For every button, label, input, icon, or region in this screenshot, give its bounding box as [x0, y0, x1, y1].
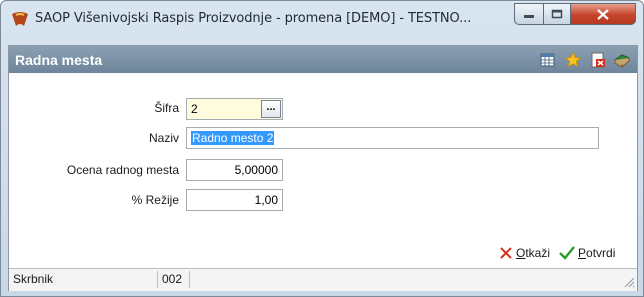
- delete-icon[interactable]: [589, 51, 607, 69]
- book-icon[interactable]: [613, 51, 631, 69]
- confirm-button[interactable]: Potvrdi: [559, 246, 615, 260]
- cancel-button[interactable]: Otkaži: [499, 246, 550, 260]
- confirm-label: otvrdi: [586, 246, 616, 260]
- status-divider: [189, 271, 190, 288]
- status-divider: [157, 271, 158, 288]
- cancel-x-icon: [500, 247, 512, 259]
- minimize-icon: [524, 15, 534, 18]
- ocena-label: Ocena radnog mesta: [66, 163, 179, 177]
- status-bar: Skrbnik 002: [9, 268, 637, 291]
- title-bar[interactable]: SAOP Višenivojski Raspis Proizvodnje - p…: [1, 1, 643, 35]
- sifra-value: 2: [191, 102, 198, 116]
- table-icon[interactable]: [539, 51, 557, 69]
- panel-header: Radna mesta: [9, 46, 637, 73]
- check-icon: [559, 246, 575, 260]
- rezije-label: % Režije: [131, 193, 179, 207]
- rezije-input[interactable]: 1,00: [186, 189, 283, 211]
- naziv-value: Radno mesto 2: [191, 131, 275, 145]
- naziv-label: Naziv: [148, 131, 179, 145]
- cancel-label: tkaži: [525, 246, 551, 260]
- dialog-panel: Radna mesta Šifra 2 ... Naziv Radno mest…: [8, 45, 638, 291]
- star-icon[interactable]: [564, 51, 582, 69]
- cancel-mnemonic: O: [516, 246, 526, 260]
- sifra-lookup-button[interactable]: ...: [261, 100, 281, 118]
- status-user-label: Skrbnik: [13, 272, 54, 286]
- close-button[interactable]: [570, 3, 636, 25]
- minimize-button[interactable]: [514, 3, 544, 25]
- app-logo-icon: [10, 10, 30, 28]
- ocena-input[interactable]: 5,00000: [186, 159, 283, 181]
- window-title: SAOP Višenivojski Raspis Proizvodnje - p…: [35, 11, 472, 26]
- naziv-input[interactable]: Radno mesto 2: [186, 127, 599, 149]
- ocena-value: 5,00000: [234, 163, 278, 177]
- panel-title: Radna mesta: [15, 52, 103, 68]
- application-window: SAOP Višenivojski Raspis Proizvodnje - p…: [0, 0, 644, 297]
- close-icon: [597, 8, 609, 20]
- maximize-icon: [551, 9, 563, 19]
- rezije-value: 1,00: [254, 193, 278, 207]
- resize-grip-icon[interactable]: [623, 276, 635, 291]
- maximize-button[interactable]: [543, 3, 571, 25]
- sifra-label: Šifra: [154, 101, 179, 115]
- status-user-code: 002: [162, 272, 183, 286]
- confirm-mnemonic: P: [578, 246, 587, 260]
